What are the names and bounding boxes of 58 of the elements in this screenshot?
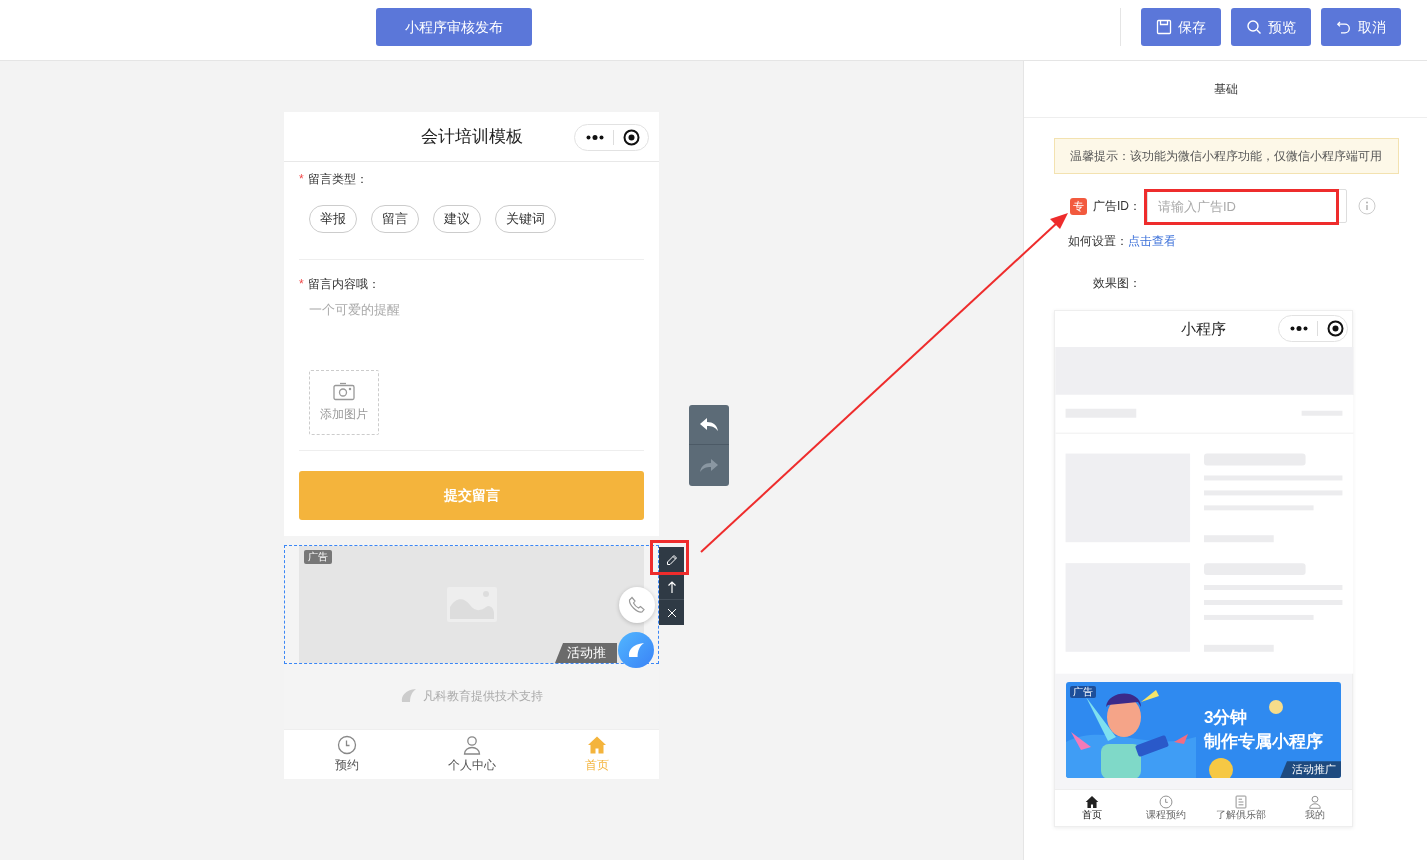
document-icon xyxy=(1233,795,1248,810)
promo-link-tag[interactable]: 活动推 xyxy=(555,643,617,663)
tab-bar-item[interactable]: 课程预约 xyxy=(1129,790,1204,826)
save-icon xyxy=(1156,19,1172,35)
banner-headline: 3分钟 xyxy=(1204,706,1249,729)
home-icon xyxy=(1085,795,1100,810)
camera-icon xyxy=(333,382,355,401)
leaf-logo-icon xyxy=(627,642,645,658)
undo-arrow-icon xyxy=(700,417,718,432)
field-label: 留言类型： xyxy=(307,171,368,188)
tab-bar-item[interactable]: 了解俱乐部 xyxy=(1203,790,1278,826)
field-label: 留言内容哦： xyxy=(307,276,380,293)
search-icon xyxy=(1246,19,1262,35)
ad-block[interactable]: 广告 活动推 xyxy=(284,545,659,664)
clock-icon xyxy=(1159,795,1174,810)
cancel-button[interactable]: 取消 xyxy=(1321,8,1401,46)
required-mark: * xyxy=(299,171,304,188)
capsule-menu[interactable] xyxy=(1278,315,1348,342)
promo-link-tag[interactable]: 活动推广 xyxy=(1280,761,1341,779)
undo-button[interactable] xyxy=(689,405,729,445)
more-icon xyxy=(1290,326,1308,331)
notice-banner: 温馨提示：该功能为微信小程序功能，仅微信小程序端可用 xyxy=(1054,138,1399,174)
panel-tab[interactable]: 基础 xyxy=(1213,80,1238,98)
field-label: 如何设置： xyxy=(1068,233,1128,250)
field-label: 效果图： xyxy=(1093,276,1141,290)
highlight-frame xyxy=(650,540,689,575)
home-icon xyxy=(586,735,607,755)
tab-bar-item[interactable]: 个人中心 xyxy=(409,730,534,779)
person-icon xyxy=(461,735,482,755)
tab-bar-item[interactable]: 我的 xyxy=(1277,790,1352,826)
ad-tag: 广告 xyxy=(304,550,332,564)
view-link[interactable]: 点击查看 xyxy=(1128,232,1176,250)
clock-icon xyxy=(336,735,357,755)
pro-badge: 专 xyxy=(1070,197,1087,215)
support-text: 凡科教育提供技术支持 xyxy=(423,687,543,705)
phone-icon xyxy=(628,596,646,614)
pencil-icon xyxy=(665,554,678,566)
publish-button[interactable]: 小程序审核发布 xyxy=(376,8,532,46)
person-icon xyxy=(1307,795,1322,810)
field-label: 广告ID： xyxy=(1093,198,1141,215)
tab-bar-item[interactable]: 预约 xyxy=(284,730,409,779)
undo-icon xyxy=(1336,19,1352,35)
arrow-up-icon xyxy=(666,580,677,593)
capsule-menu[interactable] xyxy=(574,124,649,151)
record-icon xyxy=(1327,320,1344,337)
required-mark: * xyxy=(299,276,304,293)
save-button[interactable]: 保存 xyxy=(1141,8,1221,46)
preview-button[interactable]: 预览 xyxy=(1231,8,1311,46)
close-icon xyxy=(666,607,677,618)
leaf-logo-icon xyxy=(400,688,417,703)
ad-id-field[interactable]: 请输入广告ID xyxy=(1147,189,1347,223)
more-icon xyxy=(586,135,604,140)
mini-page-title: 小程序 xyxy=(1181,318,1226,339)
record-icon xyxy=(623,129,640,146)
page-title: 会计培训模板 xyxy=(420,125,523,148)
redo-arrow-icon xyxy=(700,458,718,473)
tab-bar-item[interactable]: 首页 xyxy=(1055,790,1130,826)
banner-headline: 制作专属小程序 xyxy=(1204,730,1323,753)
